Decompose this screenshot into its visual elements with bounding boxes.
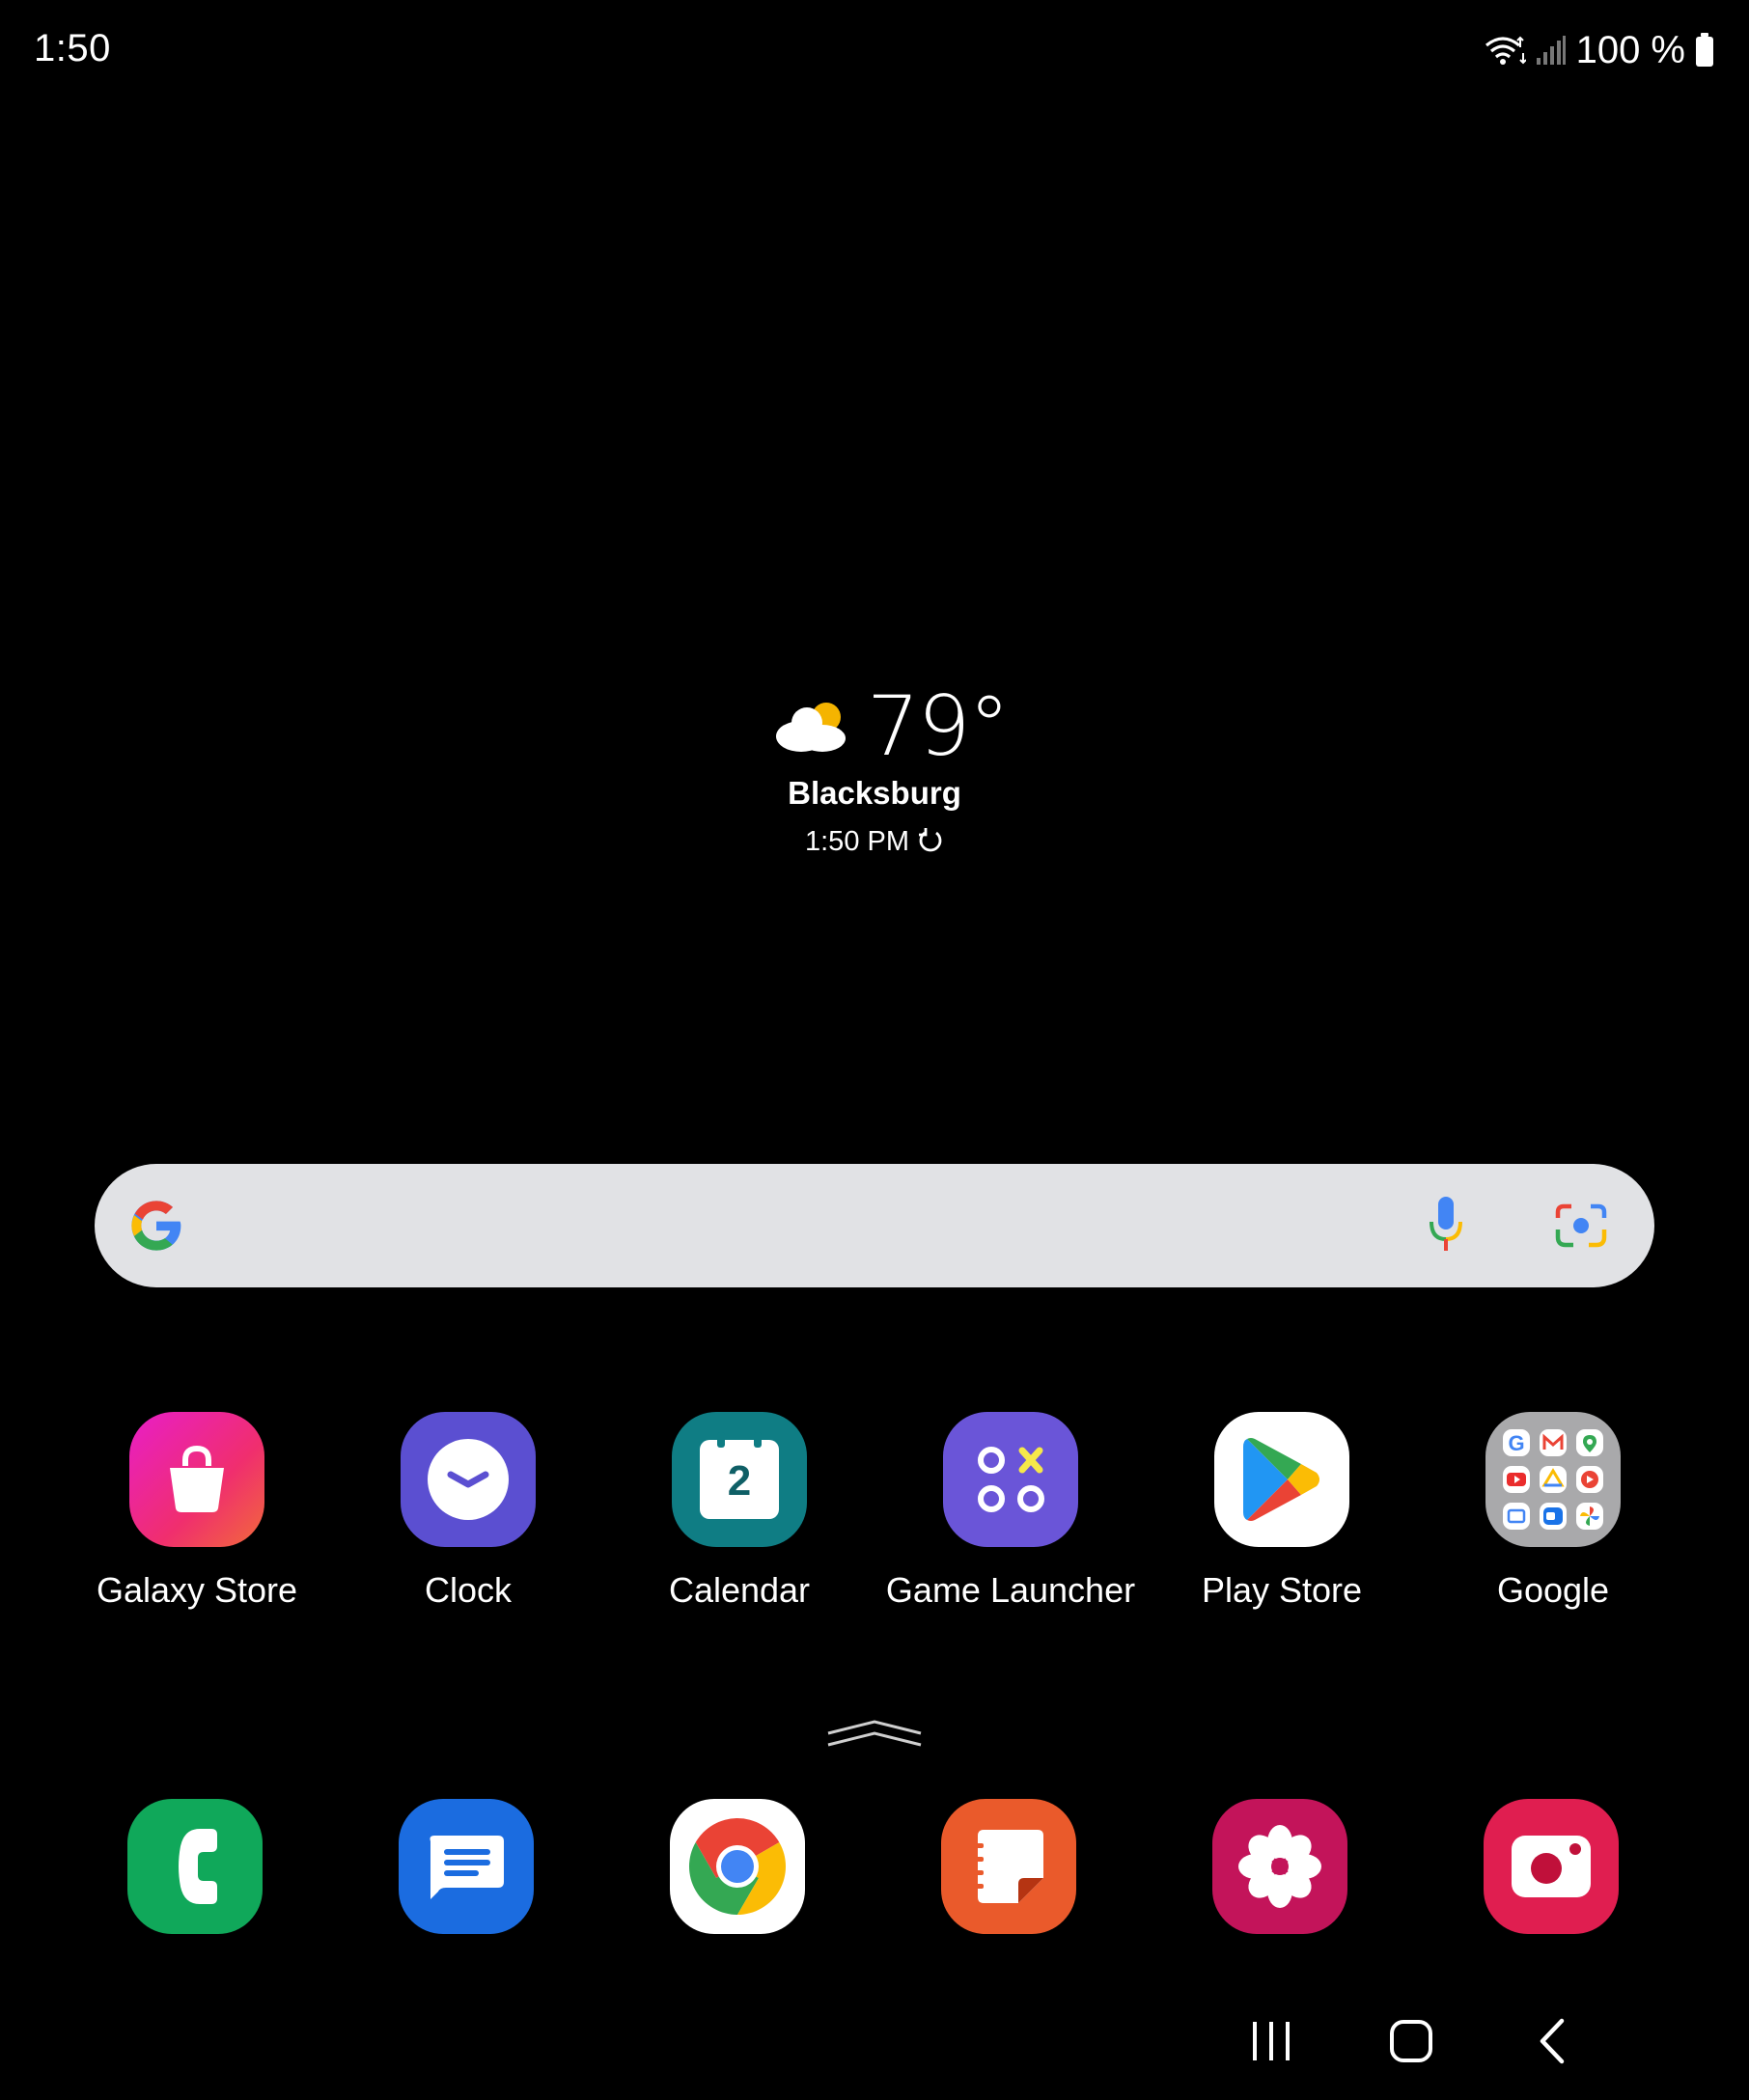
app-label: Clock <box>424 1570 513 1610</box>
weather-time-text: 1:50 PM <box>805 826 909 857</box>
google-search-bar[interactable] <box>95 1164 1654 1287</box>
recents-icon <box>1250 2020 1292 2067</box>
home-icon <box>1389 2019 1433 2068</box>
calendar-icon: 2 <box>672 1412 807 1547</box>
play-store-icon <box>1214 1412 1349 1547</box>
galaxy-store-icon <box>129 1412 264 1547</box>
microphone-icon[interactable] <box>1427 1195 1465 1259</box>
dock-app-chrome[interactable] <box>602 1799 873 1934</box>
app-google-folder[interactable]: G Google <box>1418 1412 1688 1611</box>
back-icon <box>1538 2018 1567 2069</box>
game-launcher-icon <box>943 1412 1078 1547</box>
refresh-icon[interactable] <box>917 827 944 862</box>
messages-icon <box>399 1799 534 1934</box>
clock-icon <box>401 1412 536 1547</box>
app-label: Game Launcher <box>885 1570 1136 1610</box>
home-button[interactable] <box>1368 2009 1455 2077</box>
battery-percent: 100 % <box>1575 28 1685 71</box>
chrome-icon <box>670 1799 805 1934</box>
calendar-day: 2 <box>727 1457 752 1505</box>
app-play-store[interactable]: Play Store <box>1147 1412 1417 1611</box>
back-button[interactable] <box>1509 2009 1596 2077</box>
status-time: 1:50 <box>34 27 111 69</box>
recents-button[interactable] <box>1228 2009 1315 2077</box>
phone-icon <box>127 1799 263 1934</box>
app-game-launcher[interactable]: Game Launcher <box>875 1412 1146 1611</box>
app-label: Google <box>1496 1570 1610 1610</box>
camera-icon <box>1484 1799 1619 1934</box>
google-lens-icon[interactable] <box>1554 1199 1608 1254</box>
status-bar: 1:50 100 % <box>0 0 1749 100</box>
weather-temperature: 79° <box>867 678 1010 775</box>
dock-app-gallery[interactable] <box>1145 1799 1415 1934</box>
weather-city: Blacksburg <box>788 775 961 811</box>
weather-updated-time: 1:50 PM <box>0 826 1749 862</box>
app-label: Calendar <box>668 1570 811 1610</box>
navigation-bar <box>0 1988 1749 2100</box>
google-logo-icon <box>127 1197 185 1259</box>
google-folder-icon: G <box>1485 1412 1621 1547</box>
partly-cloudy-icon <box>772 696 849 759</box>
app-label: Play Store <box>1201 1570 1363 1610</box>
app-galaxy-store[interactable]: Galaxy Store <box>62 1412 332 1611</box>
dock-app-phone[interactable] <box>60 1799 330 1934</box>
dock-app-camera[interactable] <box>1416 1799 1686 1934</box>
dock-app-messages[interactable] <box>331 1799 601 1934</box>
weather-widget[interactable]: 79° Blacksburg 1:50 PM <box>0 676 1749 869</box>
status-icons: 100 % <box>1484 27 1714 73</box>
battery-icon <box>1695 33 1714 68</box>
wifi-icon <box>1484 34 1526 67</box>
svg-text:G: G <box>1508 1431 1524 1455</box>
app-clock[interactable]: Clock <box>333 1412 603 1611</box>
notes-icon <box>941 1799 1076 1934</box>
gallery-icon <box>1212 1799 1347 1934</box>
app-drawer-handle[interactable] <box>826 1718 923 1755</box>
signal-icon <box>1536 35 1567 66</box>
chevron-up-icon <box>826 1720 923 1755</box>
app-calendar[interactable]: 2 Calendar <box>604 1412 874 1611</box>
app-label: Galaxy Store <box>96 1570 298 1610</box>
dock-app-notes[interactable] <box>874 1799 1144 1934</box>
